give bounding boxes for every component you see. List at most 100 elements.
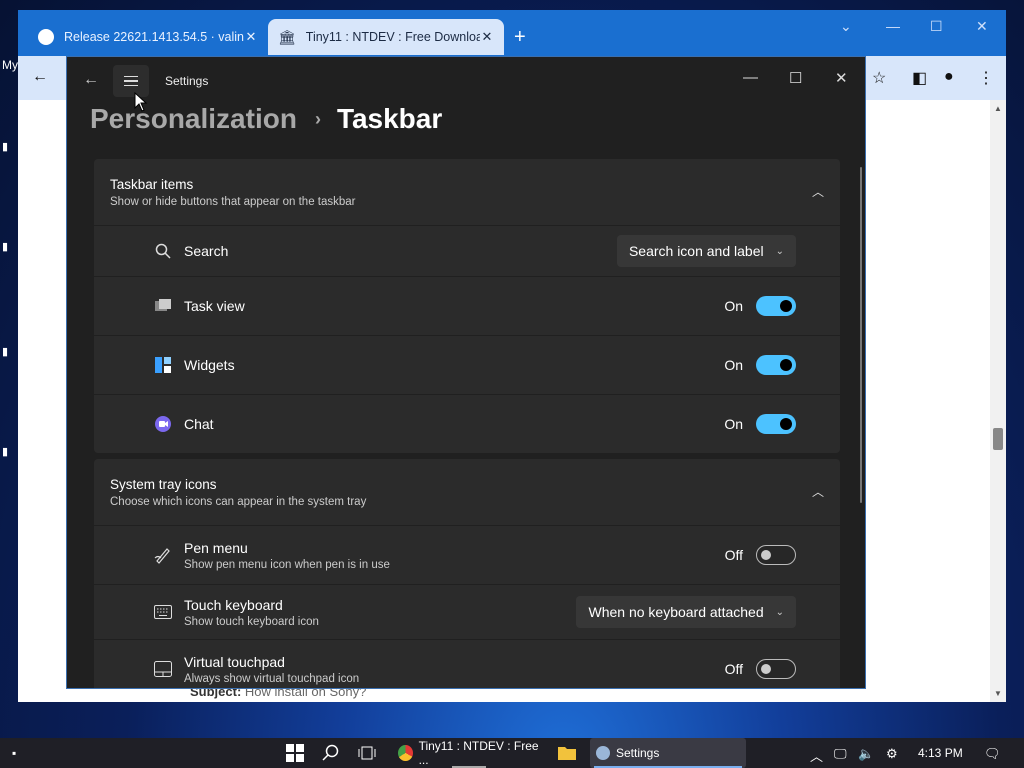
tab-strip: Release 22621.1413.54.5 · valine ✕ 🏛 Tin…	[18, 10, 1006, 56]
windows-logo-icon	[286, 744, 304, 762]
tab-tiny11[interactable]: 🏛 Tiny11 : NTDEV : Free Download ✕	[268, 19, 504, 55]
chevron-down-icon[interactable]: ⌄	[840, 18, 852, 35]
close-icon[interactable]: ✕	[244, 29, 258, 45]
file-explorer-button[interactable]	[558, 738, 576, 768]
chevron-up-icon[interactable]: ︿	[812, 483, 824, 500]
search-icon	[154, 242, 172, 260]
star-icon[interactable]: ☆	[872, 68, 886, 88]
setting-label: Pen menu	[184, 540, 248, 556]
setting-description: Show pen menu icon when pen is in use	[184, 559, 390, 571]
desktop-icon[interactable]: ▮	[2, 140, 18, 153]
back-arrow-icon[interactable]: ←	[83, 71, 99, 89]
tab-title: Tiny11 : NTDEV : Free Download	[305, 30, 480, 44]
touchpad-icon	[154, 660, 172, 678]
task-view-toggle[interactable]	[756, 296, 796, 316]
taskbar-app-chrome[interactable]: Tiny11 : NTDEV : Free ...	[392, 738, 546, 768]
tab-github-release[interactable]: Release 22621.1413.54.5 · valine ✕	[28, 19, 268, 55]
close-icon[interactable]: ✕	[480, 29, 494, 45]
touch-keyboard-dropdown[interactable]: When no keyboard attached ⌄	[576, 596, 796, 628]
back-arrow-icon[interactable]: ←	[32, 68, 48, 86]
system-tray-header[interactable]: System tray icons Choose which icons can…	[94, 459, 840, 525]
setting-row-task-view: Task view On	[94, 277, 840, 335]
mouse-cursor-icon	[134, 92, 148, 112]
clock[interactable]: 4:13 PM	[918, 746, 963, 760]
setting-description: Always show virtual touchpad icon	[184, 673, 360, 685]
widgets-toggle[interactable]	[756, 355, 796, 375]
toggle-state-label: Off	[724, 661, 743, 677]
search-icon	[322, 744, 339, 761]
desktop-icon-label: My	[2, 58, 18, 72]
section-subtitle: Choose which icons can appear in the sys…	[110, 496, 367, 508]
notification-icon[interactable]: 🗨	[984, 746, 1001, 762]
section-title: System tray icons	[110, 477, 217, 492]
chat-toggle[interactable]	[756, 414, 796, 434]
github-icon	[38, 29, 54, 45]
page-title: Taskbar	[336, 103, 443, 134]
taskbar-items-header[interactable]: Taskbar items Show or hide buttons that …	[94, 159, 840, 225]
toggle-state-label: On	[724, 416, 743, 432]
scroll-up-icon[interactable]: ▲	[994, 104, 1002, 113]
minimize-button[interactable]: —	[743, 69, 758, 86]
setting-row-touch-keyboard: Touch keyboard Show touch keyboard icon …	[94, 585, 840, 639]
close-button[interactable]: ✕	[835, 69, 848, 87]
setting-description: Show touch keyboard icon	[184, 616, 319, 628]
chrome-icon	[398, 745, 413, 761]
chevron-up-icon[interactable]: ︿	[810, 746, 823, 765]
section-title: Taskbar items	[110, 177, 194, 192]
minimize-button[interactable]: —	[886, 18, 900, 34]
maximize-button[interactable]: ☐	[930, 18, 943, 35]
search-button[interactable]	[322, 738, 340, 768]
folder-icon	[558, 747, 576, 760]
dropdown-value: When no keyboard attached	[588, 604, 764, 620]
scroll-thumb[interactable]	[993, 428, 1003, 450]
chat-icon	[154, 415, 172, 433]
maximize-button[interactable]: ☐	[789, 69, 802, 87]
setting-label: Touch keyboard	[184, 597, 283, 613]
start-button[interactable]	[286, 738, 304, 768]
chevron-down-icon: ⌄	[775, 245, 784, 257]
dropdown-value: Search icon and label	[628, 243, 764, 259]
setting-label: Virtual touchpad	[184, 654, 285, 670]
toggle-state-label: On	[724, 357, 743, 373]
pen-menu-toggle[interactable]	[756, 545, 796, 565]
task-view-button[interactable]	[358, 738, 376, 768]
settings-scrollbar[interactable]	[860, 167, 862, 503]
task-view-icon	[358, 746, 376, 760]
setting-row-search: Search Search icon and label ⌄	[94, 226, 840, 276]
keyboard-icon	[154, 603, 172, 621]
virtual-touchpad-toggle[interactable]	[756, 659, 796, 679]
section-subtitle: Show or hide buttons that appear on the …	[110, 196, 356, 208]
desktop-icon[interactable]: ▮	[2, 240, 18, 253]
search-mode-dropdown[interactable]: Search icon and label ⌄	[616, 235, 796, 267]
desktop-icon[interactable]: ▮	[2, 345, 18, 358]
breadcrumb-parent[interactable]: Personalization	[90, 103, 297, 135]
gear-icon[interactable]: ⚙	[886, 746, 898, 762]
show-desktop-icon[interactable]: ▪	[12, 738, 16, 768]
more-icon[interactable]: ⋮	[978, 68, 994, 88]
task-view-icon	[154, 297, 172, 315]
app-title: Settings	[165, 74, 209, 88]
page-scrollbar[interactable]: ▲ ▼	[990, 100, 1006, 702]
taskbar-app-settings[interactable]: Settings	[590, 738, 746, 768]
setting-row-chat: Chat On	[94, 395, 840, 453]
settings-titlebar: ← Settings — ☐ ✕	[67, 57, 865, 105]
gear-icon	[596, 746, 610, 760]
profile-icon[interactable]: ●	[944, 68, 954, 86]
setting-row-widgets: Widgets On	[94, 336, 840, 394]
setting-label: Widgets	[184, 357, 235, 373]
archive-icon: 🏛	[278, 28, 296, 45]
toggle-state-label: Off	[724, 547, 743, 563]
taskbar-app-label: Tiny11 : NTDEV : Free ...	[418, 739, 539, 767]
close-button[interactable]: ✕	[976, 18, 988, 35]
chevron-up-icon[interactable]: ︿	[812, 183, 824, 200]
new-tab-button[interactable]: +	[514, 26, 526, 49]
taskbar-app-label: Settings	[616, 746, 660, 760]
chevron-down-icon: ⌄	[775, 606, 784, 618]
scroll-down-icon[interactable]: ▼	[994, 689, 1002, 698]
pen-icon	[154, 546, 172, 564]
setting-row-virtual-touchpad: Virtual touchpad Always show virtual tou…	[94, 640, 840, 688]
desktop-icon[interactable]: ▮	[2, 445, 18, 458]
sidebar-icon[interactable]: ◧	[912, 68, 927, 88]
volume-icon[interactable]: 🔈	[858, 746, 874, 762]
network-icon[interactable]: 🖵	[834, 746, 847, 762]
